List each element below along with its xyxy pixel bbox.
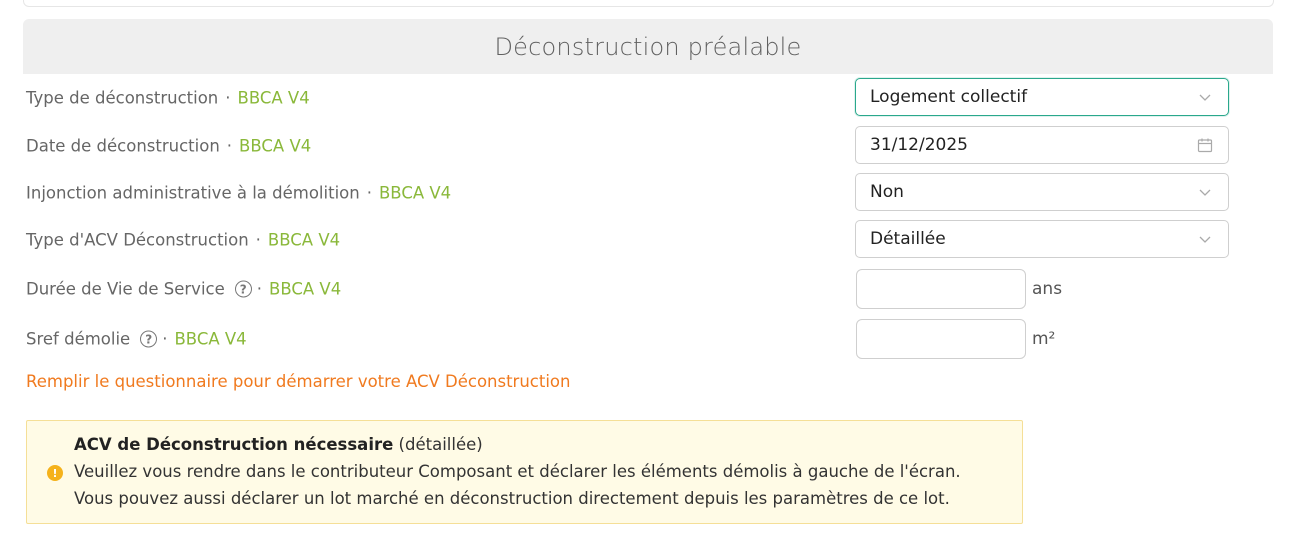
section-header: Déconstruction préalable <box>23 19 1273 74</box>
chevron-down-icon <box>1199 236 1211 243</box>
separator: · <box>225 88 231 108</box>
alert-line-2: Vous pouvez aussi déclarer un lot marché… <box>74 489 950 508</box>
type-acv-select[interactable]: Détaillée <box>855 220 1229 258</box>
separator: · <box>256 279 263 299</box>
previous-card-edge <box>23 0 1274 7</box>
row-type-deconstruction: Type de déconstruction · BBCA V4 Logemen… <box>26 78 1236 118</box>
sref-input[interactable] <box>856 319 1026 359</box>
calendar-icon <box>1197 138 1213 153</box>
select-value: Logement collectif <box>870 87 1028 107</box>
duree-vie-label: Durée de Vie de Service <box>26 279 225 299</box>
bbca-tag: BBCA V4 <box>174 329 247 349</box>
bbca-tag: BBCA V4 <box>267 230 341 250</box>
alert-title-strong: ACV de Déconstruction nécessaire <box>74 435 394 454</box>
separator: · <box>226 136 233 156</box>
chevron-down-icon <box>1199 189 1211 196</box>
unit-label: ans <box>1032 279 1063 299</box>
field-label: Type de déconstruction · BBCA V4 <box>26 89 310 108</box>
help-icon[interactable]: ? <box>234 280 252 298</box>
injonction-label: Injonction administrative à la démolitio… <box>26 183 360 203</box>
alert-title-rest: (détaillée) <box>393 435 483 454</box>
bbca-tag: BBCA V4 <box>378 183 452 203</box>
duree-vie-input[interactable] <box>856 269 1026 309</box>
select-value: Non <box>870 182 904 202</box>
separator: · <box>366 183 372 203</box>
type-deconstruction-label: Type de déconstruction <box>26 88 219 108</box>
date-value: 31/12/2025 <box>870 135 968 155</box>
row-injonction: Injonction administrative à la démolitio… <box>26 173 1236 213</box>
field-label: Sref démolie ? · BBCA V4 <box>26 330 247 349</box>
type-deconstruction-select[interactable]: Logement collectif <box>855 78 1229 116</box>
field-label: Type d'ACV Déconstruction · BBCA V4 <box>26 231 340 250</box>
row-date-deconstruction: Date de déconstruction · BBCA V4 31/12/2… <box>26 126 1236 166</box>
date-deconstruction-label: Date de déconstruction <box>26 136 220 156</box>
bbca-tag: BBCA V4 <box>269 279 342 299</box>
field-label: Injonction administrative à la démolitio… <box>26 184 451 203</box>
warning-alert: ACV de Déconstruction nécessaire (détail… <box>26 420 1023 524</box>
chevron-down-icon <box>1199 94 1211 101</box>
row-sref: Sref démolie ? · BBCA V4 m² <box>26 319 1236 359</box>
field-label: Date de déconstruction · BBCA V4 <box>26 137 311 156</box>
field-label: Durée de Vie de Service ? · BBCA V4 <box>26 280 341 299</box>
type-acv-label: Type d'ACV Déconstruction <box>26 230 249 250</box>
bbca-tag: BBCA V4 <box>239 136 312 156</box>
sref-label: Sref démolie <box>26 329 131 349</box>
select-value: Détaillée <box>870 229 946 249</box>
alert-line-1: Veuillez vous rendre dans le contributeu… <box>74 462 961 481</box>
row-type-acv: Type d'ACV Déconstruction · BBCA V4 Déta… <box>26 220 1236 260</box>
section-title: Déconstruction préalable <box>494 32 802 61</box>
alert-title: ACV de Déconstruction nécessaire (détail… <box>74 435 483 454</box>
date-deconstruction-picker[interactable]: 31/12/2025 <box>855 126 1229 164</box>
start-questionnaire-link[interactable]: Remplir le questionnaire pour démarrer v… <box>26 372 570 391</box>
separator: · <box>255 230 261 250</box>
bbca-tag: BBCA V4 <box>237 88 310 108</box>
row-duree-vie: Durée de Vie de Service ? · BBCA V4 ans <box>26 269 1236 309</box>
help-icon[interactable]: ? <box>140 330 158 348</box>
injonction-select[interactable]: Non <box>855 173 1229 211</box>
warning-icon: ! <box>47 465 63 481</box>
unit-label: m² <box>1032 329 1056 349</box>
separator: · <box>162 329 168 349</box>
